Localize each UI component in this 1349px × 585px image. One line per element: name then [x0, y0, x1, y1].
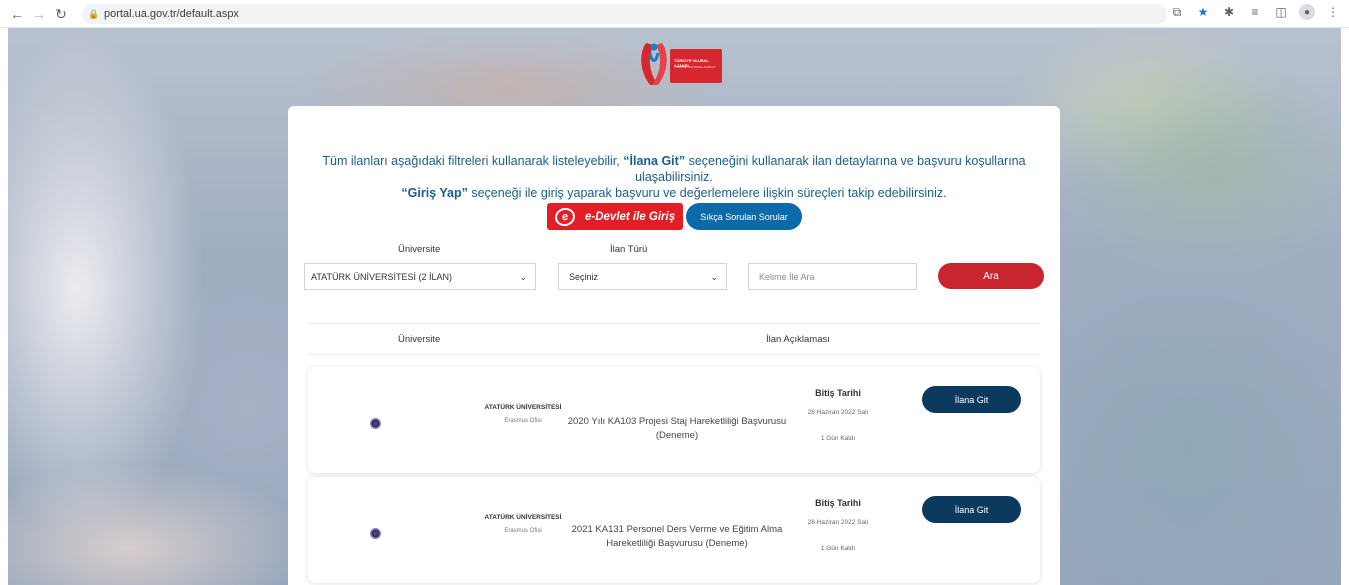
intro-p1-end: seçeneğini kullanarak ilan detaylarına v… — [635, 154, 1026, 184]
keyword-search-input[interactable] — [748, 263, 917, 290]
url-text[interactable]: portal.ua.gov.tr/default.aspx — [104, 8, 239, 20]
go-to-announcement-button[interactable]: İlana Git — [922, 386, 1021, 413]
agency-logo[interactable]: TÜRKİYE ULUSAL AJANSI TURKISH NATIONAL A… — [632, 41, 724, 91]
days-remaining: 1 Gün Kaldı — [820, 435, 856, 442]
intro-p1-bold: “İlana Git” — [623, 154, 686, 168]
type-filter-label: İlan Türü — [610, 244, 648, 255]
main-card: Tüm ilanları aşağıdaki filtreleri kullan… — [288, 106, 1060, 585]
intro-p2-bold: “Giriş Yap” — [401, 186, 468, 200]
type-select-value: Seçiniz — [569, 271, 599, 282]
table-row: ATATÜRK ÜNİVERSİTESİ Erasmus Ofisi 2021 … — [308, 477, 1040, 583]
university-logo-icon — [370, 418, 381, 429]
forward-icon[interactable]: → — [28, 3, 50, 25]
university-name: ATATÜRK ÜNİVERSİTESİ — [484, 404, 562, 411]
table-header: Üniversite İlan Açıklaması — [308, 323, 1040, 355]
column-header-description: İlan Açıklaması — [766, 334, 830, 345]
deadline-label: Bitiş Tarihi — [815, 388, 861, 398]
reload-icon[interactable]: ↻ — [50, 3, 72, 25]
table-row: ATATÜRK ÜNİVERSİTESİ Erasmus Ofisi 2020 … — [308, 367, 1040, 473]
side-panel-icon[interactable]: ◫ — [1273, 4, 1289, 20]
deadline-date: 28 Haziran 2022 Salı — [807, 519, 869, 526]
edevlet-icon: e — [553, 205, 577, 228]
star-icon[interactable]: ★ — [1195, 4, 1211, 20]
type-select[interactable]: Seçiniz ⌄ — [558, 263, 727, 290]
menu-icon[interactable]: ⋮ — [1325, 4, 1341, 20]
edevlet-login-button[interactable]: e e-Devlet ile Giriş — [547, 203, 683, 230]
chevron-down-icon: ⌄ — [519, 272, 527, 282]
university-name: ATATÜRK ÜNİVERSİTESİ — [484, 514, 562, 521]
reading-list-icon[interactable]: ≡ — [1247, 4, 1263, 20]
column-header-university: Üniversite — [398, 334, 441, 345]
deadline-date: 28 Haziran 2022 Salı — [807, 409, 869, 416]
search-button[interactable]: Ara — [938, 263, 1044, 289]
announcement-description: 2020 Yılı KA103 Projesi Staj Hareketlili… — [567, 416, 787, 441]
intro-p2-end: seçeneği ile giriş yaparak başvuru ve de… — [471, 186, 947, 200]
share-icon[interactable]: ⧉ — [1169, 4, 1185, 20]
back-icon[interactable]: ← — [6, 3, 28, 25]
chevron-down-icon: ⌄ — [710, 272, 718, 282]
days-remaining: 1 Gün Kaldı — [820, 545, 856, 552]
logo-line2: TURKISH NATIONAL AGENCY — [674, 65, 717, 69]
lock-icon[interactable]: 🔒 — [88, 9, 99, 19]
university-filter-label: Üniversite — [398, 244, 441, 255]
address-bar[interactable]: 🔒 portal.ua.gov.tr/default.aspx — [82, 4, 1167, 24]
browser-toolbar: ← → ↻ 🔒 portal.ua.gov.tr/default.aspx ⧉ … — [0, 0, 1349, 28]
deadline-label: Bitiş Tarihi — [815, 498, 861, 508]
intro-text: Tüm ilanları aşağıdaki filtreleri kullan… — [288, 153, 1060, 201]
university-logo-icon — [370, 528, 381, 539]
university-select-value: ATATÜRK ÜNİVERSİTESİ (2 İLAN) — [311, 271, 453, 282]
extensions-icon[interactable]: ✱ — [1221, 4, 1237, 20]
profile-icon[interactable]: ● — [1299, 4, 1315, 20]
intro-p1: Tüm ilanları aşağıdaki filtreleri kullan… — [322, 154, 620, 168]
university-select[interactable]: ATATÜRK ÜNİVERSİTESİ (2 İLAN) ⌄ — [304, 263, 536, 290]
faq-button[interactable]: Sıkça Sorulan Sorular — [686, 203, 802, 230]
go-to-announcement-button[interactable]: İlana Git — [922, 496, 1021, 523]
edevlet-label: e-Devlet ile Giriş — [585, 210, 676, 223]
browser-actions: ⧉ ★ ✱ ≡ ◫ ● ⋮ — [1169, 4, 1341, 20]
announcement-description: 2021 KA131 Personel Ders Verme ve Eğitim… — [571, 524, 783, 549]
